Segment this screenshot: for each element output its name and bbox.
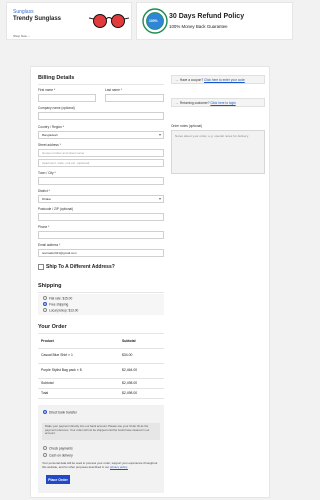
shipping-option-flat[interactable]: Flat rate: $15.00 — [43, 296, 72, 300]
last-name-label: Last name * — [105, 88, 123, 92]
your-order-heading: Your Order — [38, 324, 67, 330]
order-notes-field[interactable]: Notes about your order, e.g. special not… — [171, 130, 265, 174]
order-item-name: Casual Blue Shirt × 1 — [41, 353, 73, 357]
total-row: Total $2,498.00 — [38, 388, 164, 398]
order-table-header: Product Subtotal — [38, 335, 164, 347]
col-product: Product — [41, 339, 54, 343]
email-label: Email address * — [38, 243, 61, 247]
sunglasses-image — [89, 14, 129, 28]
payment-check[interactable]: Check payments — [43, 446, 73, 450]
order-item-subtotal: $34.00 — [122, 353, 133, 357]
subtotal-row: Subtotal $2,498.00 — [38, 378, 164, 388]
payment-label: Direct bank transfer — [49, 410, 77, 415]
payment-label: Cash on delivery — [49, 453, 73, 458]
returning-customer-notice: → Returning customer? Click here to logi… — [171, 98, 265, 107]
privacy-policy-link[interactable]: privacy policy. — [110, 465, 128, 469]
shipping-option-label: Flat rate: $15.00 — [49, 296, 73, 301]
divider — [38, 84, 164, 85]
promo-refund: 100% 30 Days Refund Policy 100% Money Ba… — [136, 2, 293, 40]
login-link[interactable]: Click here to login — [210, 101, 235, 105]
shop-now-link[interactable]: Shop Now → — [13, 34, 31, 38]
radio-icon — [43, 296, 47, 300]
arrow-right-icon: → — [175, 78, 179, 82]
radio-selected-icon — [43, 302, 47, 306]
total-value: $2,498.00 — [122, 391, 138, 395]
badge-text: 100% — [149, 19, 158, 23]
postcode-label: Postcode / ZIP (optional) — [38, 207, 74, 211]
checkout-card: Billing Details First name * Last name *… — [30, 66, 270, 498]
total-label: Total — [41, 391, 49, 395]
district-label: District * — [38, 189, 50, 193]
row-divider — [38, 398, 164, 399]
radio-icon — [43, 308, 47, 312]
checkout-page: Sunglass Trendy Sunglass Shop Now → 100%… — [0, 0, 300, 500]
coupon-notice: → Have a coupon? Click here to enter you… — [171, 75, 265, 84]
coupon-text: Have a coupon? — [179, 78, 204, 82]
postcode-field[interactable] — [38, 213, 164, 221]
bank-description: Make your payment directly into our bank… — [42, 423, 160, 440]
shipping-option-label: Free shipping — [49, 302, 69, 307]
street-label: Street address * — [38, 143, 61, 147]
coupon-link[interactable]: Click here to enter your code — [204, 78, 245, 82]
shipping-option-free[interactable]: Free shipping — [43, 302, 68, 306]
divider — [38, 292, 164, 293]
last-name-field[interactable] — [105, 94, 164, 102]
payment-section: Direct bank transfer Make your payment d… — [38, 405, 164, 493]
promo-sunglass[interactable]: Sunglass Trendy Sunglass Shop Now → — [6, 2, 132, 40]
table-row: Purple Stylist Bag pack × 8 $2,464.00 — [38, 364, 164, 378]
payment-label: Check payments — [49, 446, 73, 451]
first-name-label: First name * — [38, 88, 56, 92]
returning-text: Returning customer? — [179, 101, 210, 105]
refund-title: 30 Days Refund Policy — [169, 13, 245, 20]
billing-heading: Billing Details — [38, 75, 75, 81]
subtotal-value: $2,498.00 — [122, 381, 138, 385]
radio-selected-icon — [43, 410, 47, 414]
refund-subtitle: 100% Money Back Guarantee — [169, 24, 228, 29]
privacy-text: Your personal data will be used to proce… — [42, 461, 158, 469]
company-field[interactable] — [38, 112, 164, 120]
first-name-field[interactable] — [38, 94, 96, 102]
shipping-option-pickup[interactable]: Local pickup: $13.00 — [43, 308, 78, 312]
shipping-heading: Shipping — [38, 283, 62, 289]
ship-different-label: Ship To A Different Address? — [46, 264, 115, 270]
district-select[interactable]: Dhaka — [38, 195, 164, 203]
shipping-options-box: Flat rate: $15.00 Free shipping Local pi… — [38, 294, 164, 315]
phone-field[interactable] — [38, 231, 164, 239]
street2-field[interactable]: Apartment, suite, unit etc. (optional) — [38, 159, 164, 167]
order-notes-label: Order notes (optional) — [171, 124, 203, 128]
radio-icon — [43, 446, 47, 450]
order-item-name: Purple Stylist Bag pack × 8 — [41, 368, 82, 372]
country-select[interactable]: Bangladesh — [38, 131, 164, 139]
payment-bank[interactable]: Direct bank transfer — [43, 410, 77, 414]
place-order-button[interactable]: Place Order — [46, 475, 70, 484]
privacy-notice: Your personal data will be used to proce… — [42, 461, 160, 470]
street-field[interactable]: House number and street name — [38, 149, 164, 157]
country-label: Country / Region * — [38, 125, 65, 129]
shipping-option-label: Local pickup: $13.00 — [49, 308, 79, 313]
town-label: Town / City * — [38, 171, 56, 175]
col-subtotal: Subtotal — [122, 339, 136, 343]
divider — [38, 333, 164, 334]
order-item-subtotal: $2,464.00 — [122, 368, 138, 372]
radio-icon — [43, 453, 47, 457]
company-label: Company name (optional) — [38, 106, 75, 110]
table-row: Casual Blue Shirt × 1 $34.00 — [38, 349, 164, 363]
ship-different-checkbox[interactable] — [38, 264, 44, 270]
town-field[interactable] — [38, 177, 164, 185]
subtotal-label: Subtotal — [41, 381, 54, 385]
email-field[interactable]: testmailer021@gmail.com — [38, 249, 164, 257]
arrow-right-icon: → — [175, 101, 179, 105]
promo-tag: Sunglass — [13, 9, 34, 15]
payment-cod[interactable]: Cash on delivery — [43, 453, 73, 457]
phone-label: Phone * — [38, 225, 50, 229]
promo-title: Trendy Sunglass — [13, 16, 62, 22]
